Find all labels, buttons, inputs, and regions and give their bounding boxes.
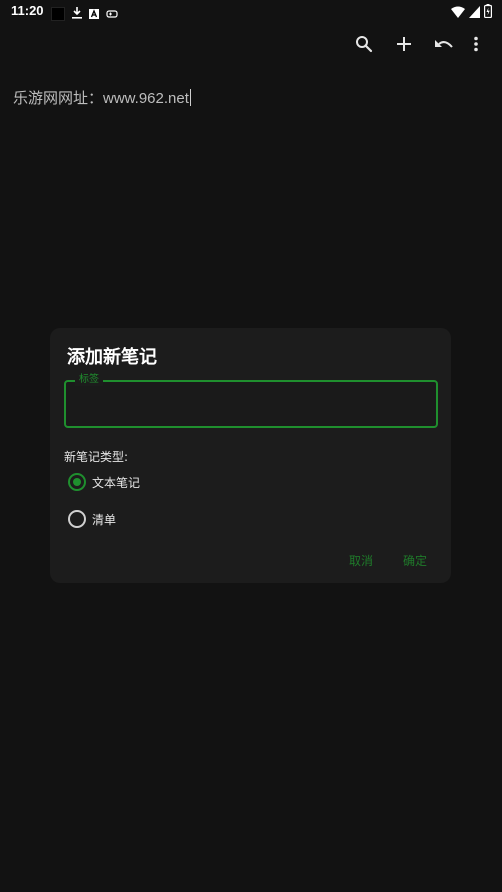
add-icon: [396, 36, 412, 56]
gamepad-icon: [106, 4, 118, 23]
status-left-icons: [51, 4, 118, 23]
option-text-note-label: 文本笔记: [92, 475, 141, 490]
radio-selected-icon[interactable]: [68, 473, 86, 491]
option-checklist-label: 清单: [92, 512, 117, 527]
tag-input[interactable]: [76, 392, 430, 418]
signal-icon: [469, 3, 480, 22]
toolbar-actions: [344, 34, 488, 58]
ok-button[interactable]: 确定: [403, 552, 427, 569]
text-caret: [189, 89, 191, 106]
more-options-button[interactable]: [464, 34, 488, 58]
battery-icon: [484, 3, 493, 22]
screen: 11:20 乐游网网址：www.962.net 添加新笔记 标签 新笔记类型: …: [0, 0, 502, 892]
tag-field[interactable]: 标签: [64, 374, 438, 428]
wifi-icon: [451, 3, 465, 22]
status-bar: 11:20: [0, 0, 502, 22]
note-editor[interactable]: 乐游网网址：www.962.net: [13, 87, 191, 108]
more-vert-icon: [473, 36, 479, 56]
radio-unselected-icon[interactable]: [68, 510, 86, 528]
search-icon: [355, 35, 373, 57]
note-text: 乐游网网址：www.962.net: [13, 90, 189, 107]
add-note-dialog: 添加新笔记 标签 新笔记类型: 文本笔记 清单 取消 确定: [50, 328, 451, 583]
status-time: 11:20: [11, 3, 44, 18]
download-icon: [72, 4, 82, 23]
app-a-icon: [89, 4, 99, 23]
option-checklist[interactable]: 清单: [68, 510, 116, 528]
tag-field-label: 标签: [75, 374, 103, 386]
search-button[interactable]: [344, 34, 384, 58]
option-text-note[interactable]: 文本笔记: [68, 473, 140, 491]
add-note-button[interactable]: [384, 34, 424, 58]
note-type-label: 新笔记类型:: [64, 450, 129, 464]
undo-icon: [434, 37, 454, 56]
status-right-icons: [451, 3, 493, 22]
notification-square-icon: [51, 6, 65, 21]
dialog-title: 添加新笔记: [67, 347, 157, 368]
cancel-button[interactable]: 取消: [349, 552, 373, 569]
undo-button[interactable]: [424, 34, 464, 58]
